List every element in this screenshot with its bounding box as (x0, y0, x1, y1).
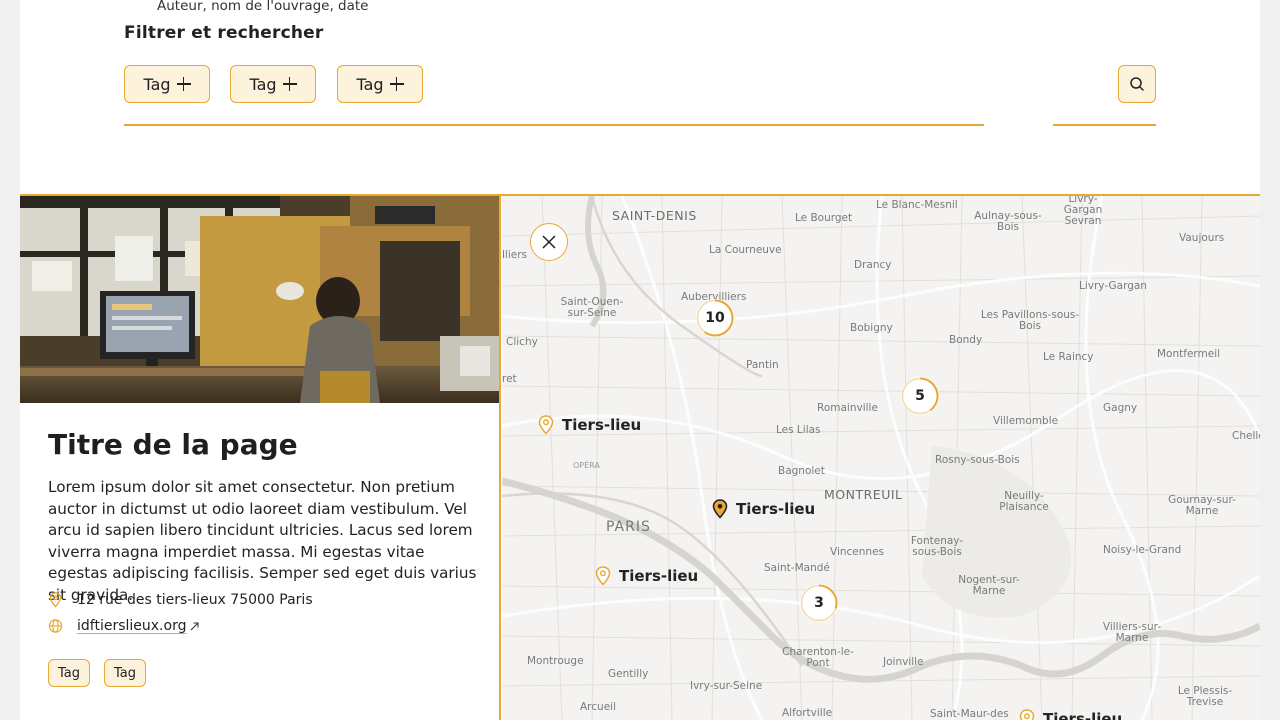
place-label: Gournay-sur-Marne (1168, 494, 1236, 517)
place-label: SAINT-DENIS (612, 208, 697, 223)
tag-filter-label: Tag (249, 74, 277, 94)
map-pin-icon (595, 566, 611, 586)
cluster-count: 3 (814, 595, 824, 611)
marker-label: Tiers-lieu (619, 567, 699, 585)
map-marker[interactable]: Tiers-lieu (538, 415, 641, 435)
address-text: 12 rue des tiers-lieux 75000 Paris (77, 592, 313, 608)
place-label: Le Raincy (1043, 351, 1094, 363)
plus-icon (282, 77, 297, 91)
globe-icon (48, 618, 63, 634)
place-label: Rosny-sous-Bois (935, 454, 1020, 466)
address-row: 12 rue des tiers-lieux 75000 Paris (48, 592, 313, 608)
place-label: Clichy (506, 336, 538, 348)
map-cluster[interactable]: 10 (696, 299, 734, 337)
map-marker[interactable]: Tiers-lieu (1019, 709, 1122, 720)
place-label: Livry-Gargan (1079, 280, 1147, 292)
place-label: OPÉRA (573, 461, 600, 470)
place-label: Bondy (949, 334, 983, 346)
place-tag[interactable]: Tag (104, 659, 147, 687)
place-label: MONTREUIL (824, 487, 903, 502)
place-label: Montfermeil (1157, 348, 1221, 360)
place-label: Drancy (854, 259, 892, 271)
place-label: PARIS (606, 519, 651, 535)
plus-icon (389, 77, 404, 91)
close-icon (542, 235, 556, 249)
search-icon (1130, 77, 1144, 91)
tag-filter-button[interactable]: Tag (230, 65, 316, 103)
place-detail-card: Titre de la page Lorem ipsum dolor sit a… (20, 196, 501, 720)
map-cluster[interactable]: 3 (800, 584, 838, 622)
place-label: Fontenay-sous-Bois (910, 535, 964, 558)
tag-filter-button[interactable]: Tag (124, 65, 210, 103)
place-label: Le Blanc-Mesnil (876, 199, 958, 211)
marker-label: Tiers-lieu (736, 500, 816, 518)
place-label: Neuilly-Plaisance (999, 490, 1049, 513)
place-label: Gagny (1103, 402, 1138, 414)
place-label: Saint-Mandé (764, 562, 830, 574)
map-pin-icon (1019, 709, 1035, 720)
place-label: Les Lilas (776, 424, 821, 436)
place-label: Bobigny (850, 322, 893, 334)
place-label: Arcueil (580, 701, 616, 713)
place-label: Le Bourget (795, 212, 853, 224)
place-photo (20, 196, 499, 403)
place-label: Villiers-sur-Marne (1102, 621, 1162, 644)
place-label: Nogent-sur-Marne (958, 574, 1020, 597)
place-label: La Courneuve (709, 244, 782, 256)
place-label: Ivry-sur-Seine (690, 680, 763, 692)
place-label: Villemomble (993, 415, 1059, 427)
place-label: Gentilly (608, 668, 649, 680)
place-label: Bagnolet (778, 465, 825, 477)
place-label: Vincennes (830, 546, 884, 558)
marker-label: Tiers-lieu (1043, 710, 1123, 720)
close-map-button[interactable] (530, 223, 568, 261)
place-label: Alfortville (782, 707, 833, 719)
external-link-icon (191, 621, 200, 630)
place-label: Pantin (746, 359, 779, 371)
page-title: Titre de la page (48, 428, 298, 461)
place-description: Lorem ipsum dolor sit amet consectetur. … (48, 478, 477, 604)
map-pin-icon (712, 499, 728, 519)
place-label: Noisy-le-Grand (1103, 544, 1182, 556)
place-label: Aulnay-sous-Bois (974, 210, 1042, 233)
website-link[interactable]: idftierslieux.org (77, 618, 186, 634)
cluster-count: 5 (915, 388, 925, 404)
place-label: Les Pavillons-sous-Bois (980, 309, 1080, 332)
place-label: Saint-Maur-des (930, 708, 1009, 720)
tag-filter-label: Tag (356, 74, 384, 94)
tag-filter-button[interactable]: Tag (337, 65, 423, 103)
place-tag[interactable]: Tag (48, 659, 91, 687)
place-label: Romainville (817, 402, 878, 414)
plus-icon (176, 77, 191, 91)
map-view[interactable]: SAINT-DENIS Le Bourget Le Blanc-Mesnil A… (502, 196, 1260, 720)
page-sheet: Auteur, nom de l'ouvrage, date Filtrer e… (20, 0, 1260, 720)
website-row[interactable]: idftierslieux.org (48, 618, 200, 634)
place-label: ret (502, 373, 517, 385)
place-label: Joinville (883, 656, 924, 668)
search-field-underline[interactable] (124, 124, 984, 126)
marker-label: Tiers-lieu (562, 416, 642, 434)
place-label: Montrouge (527, 655, 584, 667)
place-label: lliers (502, 249, 527, 261)
place-label: Saint-Ouen-sur-Seine (560, 296, 624, 319)
tag-filter-label: Tag (143, 74, 171, 94)
map-cluster[interactable]: 5 (901, 377, 939, 415)
search-button[interactable] (1118, 65, 1156, 103)
place-label: Chelles Mo (1232, 430, 1260, 442)
filter-title: Filtrer et rechercher (124, 23, 324, 43)
map-pin-icon (48, 592, 63, 608)
map-marker[interactable]: Tiers-lieu (595, 566, 698, 586)
place-label: Charenton-le-Pont (782, 646, 854, 669)
place-label: Livry-Gargan Sevran (1063, 196, 1103, 227)
secondary-field-underline[interactable] (1053, 124, 1156, 126)
place-label: Vaujours (1179, 232, 1225, 244)
map-marker-active[interactable]: Tiers-lieu (712, 499, 815, 519)
cluster-count: 10 (705, 310, 725, 326)
place-label: Le Plessis-Trevise (1177, 685, 1233, 708)
search-hint-text: Auteur, nom de l'ouvrage, date (157, 0, 369, 14)
map-pin-icon (538, 415, 554, 435)
